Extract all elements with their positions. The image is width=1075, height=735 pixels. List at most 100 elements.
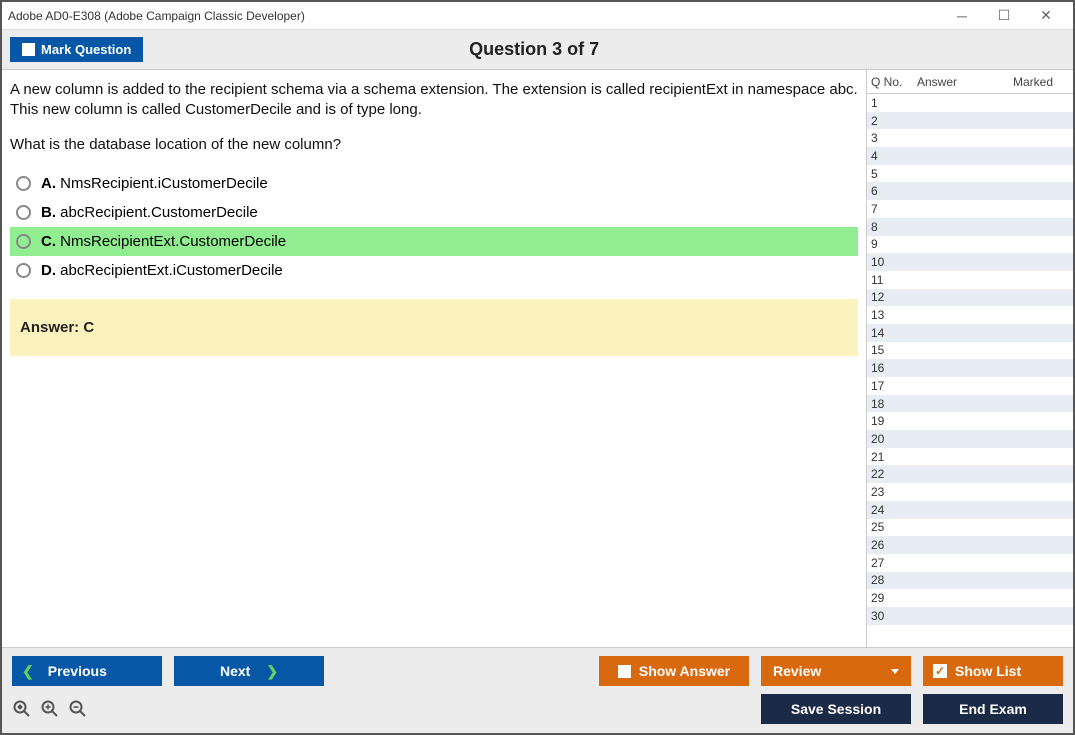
question-list-row[interactable]: 5 [867, 165, 1073, 183]
question-list-row[interactable]: 4 [867, 147, 1073, 165]
question-list-row[interactable]: 16 [867, 359, 1073, 377]
close-button[interactable]: ✕ [1025, 3, 1067, 29]
radio-icon[interactable] [16, 176, 31, 191]
review-button[interactable]: Review [761, 656, 911, 686]
option-text: D. abcRecipientExt.iCustomerDecile [41, 262, 283, 279]
window: Adobe AD0-E308 (Adobe Campaign Classic D… [0, 0, 1075, 735]
option-letter: C. [41, 233, 60, 250]
titlebar: Adobe AD0-E308 (Adobe Campaign Classic D… [2, 2, 1073, 30]
question-list-row[interactable]: 26 [867, 536, 1073, 554]
option-text: A. NmsRecipient.iCustomerDecile [41, 175, 268, 192]
maximize-button[interactable]: ☐ [983, 3, 1025, 29]
side-panel: Q No. Answer Marked 12345678910111213141… [866, 70, 1073, 647]
radio-icon[interactable] [16, 234, 31, 249]
option-value: abcRecipientExt.iCustomerDecile [60, 262, 283, 279]
col-qno-header: Q No. [867, 71, 913, 93]
question-list[interactable]: 1234567891011121314151617181920212223242… [867, 94, 1073, 647]
question-number: 17 [871, 379, 913, 393]
zoom-reset-icon[interactable] [12, 699, 32, 719]
chevron-right-icon: ❯ [266, 663, 278, 680]
show-list-label: Show List [955, 663, 1021, 679]
question-list-row[interactable]: 12 [867, 289, 1073, 307]
question-list-row[interactable]: 1 [867, 94, 1073, 112]
question-list-row[interactable]: 14 [867, 324, 1073, 342]
main-pane: A new column is added to the recipient s… [2, 70, 866, 647]
radio-icon[interactable] [16, 205, 31, 220]
option-letter: D. [41, 262, 60, 279]
caret-down-icon [891, 669, 899, 674]
question-list-row[interactable]: 30 [867, 607, 1073, 625]
question-number: 10 [871, 255, 913, 269]
window-controls: ─ ☐ ✕ [941, 3, 1067, 29]
question-list-row[interactable]: 28 [867, 572, 1073, 590]
question-number: 21 [871, 450, 913, 464]
question-list-row[interactable]: 6 [867, 182, 1073, 200]
question-list-row[interactable]: 9 [867, 236, 1073, 254]
question-number: 14 [871, 326, 913, 340]
question-text: A new column is added to the recipient s… [10, 80, 858, 155]
question-list-row[interactable]: 21 [867, 448, 1073, 466]
col-answer-header: Answer [913, 71, 993, 93]
question-list-row[interactable]: 10 [867, 253, 1073, 271]
question-list-row[interactable]: 18 [867, 395, 1073, 413]
question-number: 4 [871, 149, 913, 163]
question-para-2: What is the database location of the new… [10, 135, 858, 155]
zoom-out-icon[interactable] [68, 699, 88, 719]
radio-icon[interactable] [16, 263, 31, 278]
question-list-row[interactable]: 7 [867, 200, 1073, 218]
checkbox-checked-icon: ✓ [933, 664, 947, 678]
question-list-row[interactable]: 20 [867, 430, 1073, 448]
previous-button[interactable]: ❮ Previous [12, 656, 162, 686]
option-row[interactable]: B. abcRecipient.CustomerDecile [10, 198, 858, 227]
window-title: Adobe AD0-E308 (Adobe Campaign Classic D… [8, 9, 941, 23]
question-number: 9 [871, 237, 913, 251]
question-list-row[interactable]: 11 [867, 271, 1073, 289]
question-list-row[interactable]: 23 [867, 483, 1073, 501]
question-list-row[interactable]: 2 [867, 112, 1073, 130]
show-list-button[interactable]: ✓ Show List [923, 656, 1063, 686]
question-list-row[interactable]: 25 [867, 519, 1073, 537]
option-row[interactable]: D. abcRecipientExt.iCustomerDecile [10, 256, 858, 285]
question-list-row[interactable]: 24 [867, 501, 1073, 519]
side-header: Q No. Answer Marked [867, 70, 1073, 94]
question-counter: Question 3 of 7 [3, 39, 1065, 60]
option-row[interactable]: A. NmsRecipient.iCustomerDecile [10, 169, 858, 198]
option-value: NmsRecipient.iCustomerDecile [60, 175, 268, 192]
minimize-button[interactable]: ─ [941, 3, 983, 29]
end-exam-button[interactable]: End Exam [923, 694, 1063, 724]
question-number: 28 [871, 573, 913, 587]
question-list-row[interactable]: 27 [867, 554, 1073, 572]
question-list-row[interactable]: 22 [867, 465, 1073, 483]
question-number: 16 [871, 361, 913, 375]
question-number: 26 [871, 538, 913, 552]
chevron-left-icon: ❮ [22, 663, 34, 680]
question-number: 5 [871, 167, 913, 181]
option-row[interactable]: C. NmsRecipientExt.CustomerDecile [10, 227, 858, 256]
show-answer-button[interactable]: Show Answer [599, 656, 749, 686]
end-exam-label: End Exam [959, 701, 1027, 717]
question-number: 8 [871, 220, 913, 234]
next-button[interactable]: Next ❯ [174, 656, 324, 686]
question-list-row[interactable]: 17 [867, 377, 1073, 395]
previous-label: Previous [48, 663, 107, 679]
header-row: Mark Question Question 3 of 7 [2, 30, 1073, 70]
save-session-button[interactable]: Save Session [761, 694, 911, 724]
question-number: 6 [871, 184, 913, 198]
question-number: 23 [871, 485, 913, 499]
option-letter: A. [41, 175, 60, 192]
option-text: C. NmsRecipientExt.CustomerDecile [41, 233, 286, 250]
col-marked-header: Marked [993, 71, 1073, 93]
question-list-row[interactable]: 3 [867, 129, 1073, 147]
footer: ❮ Previous Next ❯ Show Answer Review ✓ S… [2, 647, 1073, 733]
question-number: 2 [871, 114, 913, 128]
question-list-row[interactable]: 15 [867, 342, 1073, 360]
question-list-row[interactable]: 8 [867, 218, 1073, 236]
checkbox-icon [618, 665, 631, 678]
option-text: B. abcRecipient.CustomerDecile [41, 204, 258, 221]
question-number: 18 [871, 397, 913, 411]
question-list-row[interactable]: 13 [867, 306, 1073, 324]
question-list-row[interactable]: 19 [867, 412, 1073, 430]
question-number: 20 [871, 432, 913, 446]
zoom-in-icon[interactable] [40, 699, 60, 719]
question-list-row[interactable]: 29 [867, 589, 1073, 607]
